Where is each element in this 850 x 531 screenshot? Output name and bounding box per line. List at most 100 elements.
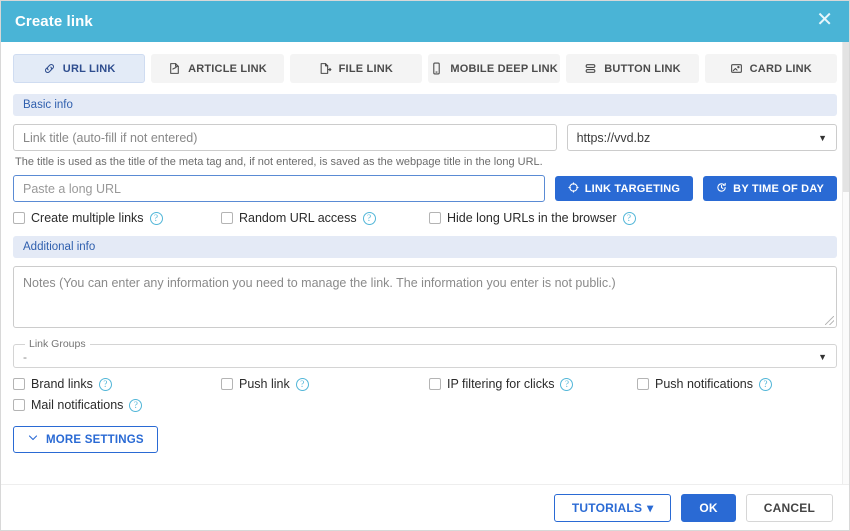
tab-label: URL LINK <box>62 62 116 75</box>
checkbox-brand-links[interactable]: Brand links ? <box>13 377 221 391</box>
checkbox-push-link[interactable]: Push link ? <box>221 377 429 391</box>
checkbox-box[interactable] <box>221 212 233 224</box>
tab-label: CARD LINK <box>749 62 812 75</box>
tab-url-link[interactable]: URL LINK <box>13 54 146 83</box>
checkbox-label: Hide long URLs in the browser <box>447 211 617 225</box>
help-icon[interactable]: ? <box>622 211 636 225</box>
domain-select[interactable]: https://vvd.bz ▼ <box>566 124 837 151</box>
dialog-header: Create link ✕ <box>1 1 849 42</box>
dialog-footer: TUTORIALS ▾ OK CANCEL <box>1 484 849 530</box>
more-settings-row: MORE SETTINGS <box>13 426 837 453</box>
checkbox-label: Random URL access <box>239 211 357 225</box>
tab-file-link[interactable]: FILE LINK <box>289 54 422 83</box>
link-chain-icon <box>43 62 56 75</box>
checkbox-box[interactable] <box>637 378 649 390</box>
vertical-scrollbar[interactable] <box>842 42 849 484</box>
checkbox-create-multiple-links[interactable]: Create multiple links ? <box>13 211 221 225</box>
by-time-of-day-label: BY TIME OF DAY <box>733 182 824 195</box>
basic-info-section-header: Basic info <box>13 94 837 116</box>
checkbox-hide-long-urls[interactable]: Hide long URLs in the browser ? <box>429 211 636 225</box>
domain-select-value: https://vvd.bz <box>576 130 651 145</box>
tab-article-link[interactable]: ARTICLE LINK <box>151 54 284 83</box>
link-groups-legend: Link Groups <box>29 338 86 350</box>
title-and-domain-row: Link title (auto-fill if not entered) ht… <box>13 124 837 151</box>
checkbox-box[interactable] <box>13 399 25 411</box>
ok-button[interactable]: OK <box>681 493 736 522</box>
additional-info-label: Additional info <box>23 241 96 253</box>
help-icon[interactable]: ? <box>149 211 163 225</box>
checkbox-label: Mail notifications <box>31 398 124 412</box>
basic-info-label: Basic info <box>23 99 73 111</box>
target-crosshair-icon <box>568 181 579 196</box>
long-url-input[interactable]: Paste a long URL <box>13 175 545 202</box>
long-url-placeholder: Paste a long URL <box>23 181 121 196</box>
additional-info-section-header: Additional info <box>13 236 837 258</box>
file-upload-icon <box>319 62 332 75</box>
link-title-input[interactable]: Link title (auto-fill if not entered) <box>13 124 557 151</box>
additional-info-checkbox-row-1: Brand links ? Push link ? IP filtering f… <box>13 377 837 391</box>
tutorials-button[interactable]: TUTORIALS ▾ <box>553 493 672 522</box>
checkbox-box[interactable] <box>429 378 441 390</box>
additional-info-checkbox-row-2: Mail notifications ? <box>13 398 837 412</box>
checkbox-box[interactable] <box>13 378 25 390</box>
more-settings-label: MORE SETTINGS <box>46 433 144 446</box>
tab-button-link[interactable]: BUTTON LINK <box>566 54 699 83</box>
caret-down-icon: ▾ <box>647 500 654 515</box>
cancel-label: CANCEL <box>763 500 815 515</box>
scrollbar-thumb[interactable] <box>843 42 849 192</box>
chevron-down-icon: ▼ <box>818 352 827 362</box>
chevron-down-icon: ▼ <box>818 132 827 143</box>
link-groups-value: - <box>23 350 27 364</box>
chevron-down-icon <box>27 432 39 447</box>
checkbox-label: Push link <box>239 377 290 391</box>
clock-icon <box>716 182 727 196</box>
checkbox-push-notifications[interactable]: Push notifications ? <box>637 377 772 391</box>
by-time-of-day-button[interactable]: BY TIME OF DAY <box>703 176 837 201</box>
link-targeting-label: LINK TARGETING <box>584 182 681 195</box>
card-image-icon <box>730 62 743 75</box>
checkbox-label: Create multiple links <box>31 211 144 225</box>
link-title-placeholder: Link title (auto-fill if not entered) <box>23 130 198 145</box>
link-groups-select[interactable]: Link Groups - ▼ <box>13 338 837 368</box>
checkbox-box[interactable] <box>221 378 233 390</box>
help-icon[interactable]: ? <box>98 377 112 391</box>
link-targeting-button[interactable]: LINK TARGETING <box>554 176 694 201</box>
close-icon[interactable]: ✕ <box>814 10 835 33</box>
notes-placeholder: Notes (You can enter any information you… <box>23 276 616 290</box>
checkbox-ip-filtering-for-clicks[interactable]: IP filtering for clicks ? <box>429 377 637 391</box>
stacked-buttons-icon <box>584 62 597 75</box>
basic-info-checkbox-row: Create multiple links ? Random URL acces… <box>13 211 837 225</box>
tab-label: FILE LINK <box>338 62 393 75</box>
checkbox-mail-notifications[interactable]: Mail notifications ? <box>13 398 143 412</box>
help-icon[interactable]: ? <box>129 398 143 412</box>
resize-grip-icon[interactable] <box>825 316 834 325</box>
create-link-dialog: Create link ✕ URL LINK ARTICLE LINK FILE… <box>0 0 850 531</box>
cancel-button[interactable]: CANCEL <box>745 493 833 522</box>
dialog-body: URL LINK ARTICLE LINK FILE LINK MOBILE D… <box>1 42 849 484</box>
title-hint-text: The title is used as the title of the me… <box>15 156 543 168</box>
checkbox-random-url-access[interactable]: Random URL access ? <box>221 211 429 225</box>
help-icon[interactable]: ? <box>758 377 772 391</box>
tab-label: BUTTON LINK <box>604 62 681 75</box>
dialog-title: Create link <box>15 13 93 30</box>
checkbox-box[interactable] <box>13 212 25 224</box>
checkbox-box[interactable] <box>429 212 441 224</box>
url-and-actions-row: Paste a long URL LINK TARGETING BY TIME … <box>13 175 837 202</box>
checkbox-label: IP filtering for clicks <box>447 377 555 391</box>
mobile-phone-icon <box>430 62 443 75</box>
article-page-icon <box>168 62 181 75</box>
help-icon[interactable]: ? <box>560 377 574 391</box>
help-icon[interactable]: ? <box>295 377 309 391</box>
tutorials-label: TUTORIALS <box>571 500 643 515</box>
checkbox-label: Brand links <box>31 377 93 391</box>
link-type-tabs: URL LINK ARTICLE LINK FILE LINK MOBILE D… <box>13 54 837 83</box>
checkbox-label: Push notifications <box>655 377 753 391</box>
ok-label: OK <box>699 500 718 515</box>
tab-card-link[interactable]: CARD LINK <box>704 54 837 83</box>
more-settings-button[interactable]: MORE SETTINGS <box>13 426 158 453</box>
tab-mobile-deep-link[interactable]: MOBILE DEEP LINK <box>427 54 561 83</box>
tab-label: MOBILE DEEP LINK <box>450 62 558 75</box>
help-icon[interactable]: ? <box>362 211 376 225</box>
tab-label: ARTICLE LINK <box>188 62 267 75</box>
notes-textarea[interactable]: Notes (You can enter any information you… <box>13 266 837 328</box>
